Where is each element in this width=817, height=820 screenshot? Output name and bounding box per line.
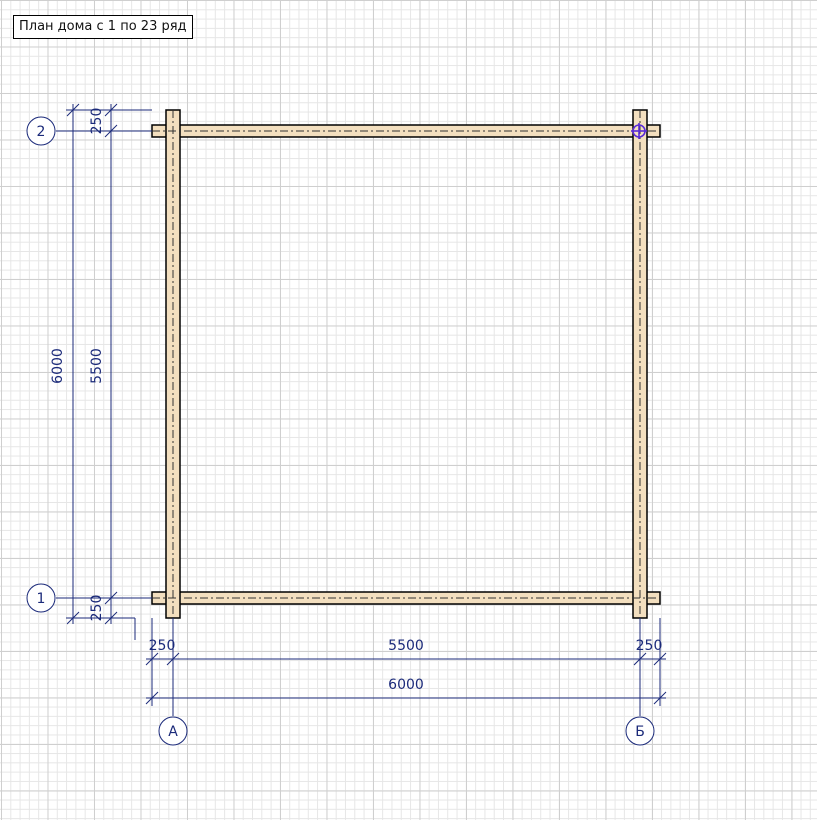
axis-label-row-1: 1 xyxy=(37,591,46,607)
dim-label-left-total: 6000 xyxy=(50,348,66,384)
dim-label-left-top: 250 xyxy=(89,108,105,135)
dim-label-left-inner: 5500 xyxy=(89,348,105,384)
walls xyxy=(151,109,661,619)
dim-label-bottom-inner: 5500 xyxy=(388,638,424,654)
dim-label-bottom-total: 6000 xyxy=(388,677,424,693)
axis-label-col-a: А xyxy=(168,724,178,740)
floor-plan-canvas[interactable]: 2 1 А Б 6000 5500 250 250 250 5500 250 6… xyxy=(0,0,817,820)
dim-label-left-bottom: 250 xyxy=(89,595,105,622)
dim-label-bottom-left: 250 xyxy=(149,638,176,654)
centerlines xyxy=(152,110,660,618)
axis-label-col-b: Б xyxy=(635,724,645,740)
left-dimensions xyxy=(66,103,152,640)
axis-label-row-2: 2 xyxy=(37,124,46,140)
axis-bubbles xyxy=(26,116,655,746)
axis-leaders xyxy=(56,130,641,716)
dim-label-bottom-right: 250 xyxy=(636,638,663,654)
